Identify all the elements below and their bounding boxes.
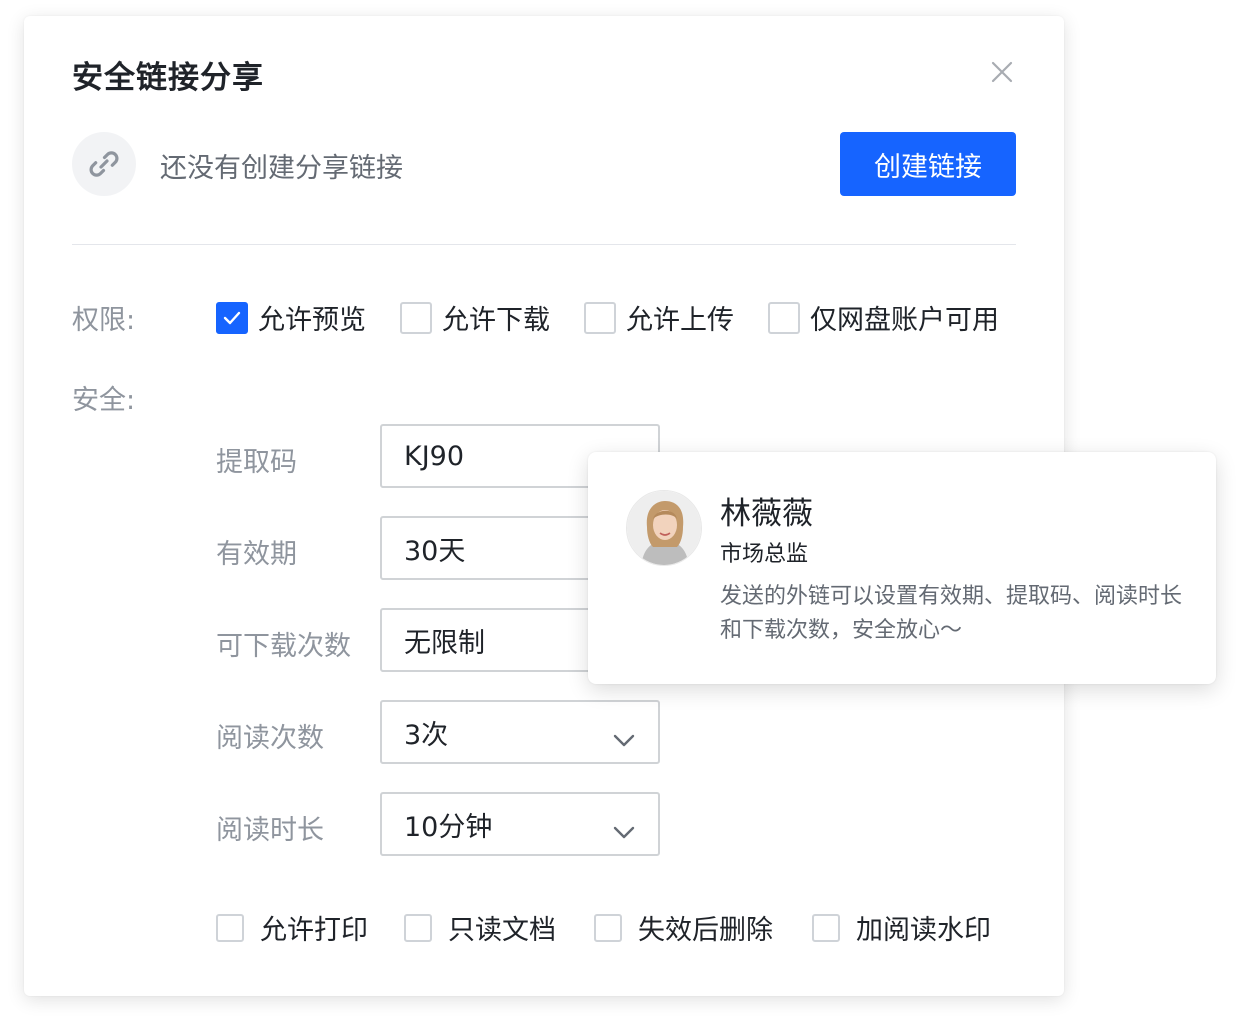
checkbox-icon — [404, 913, 432, 942]
dialog-title: 安全链接分享 — [72, 60, 264, 96]
checkbox-label: 只读文档 — [448, 915, 556, 946]
permissions-label: 权限: — [72, 305, 136, 336]
read-duration-select[interactable]: 10分钟 — [380, 792, 660, 856]
divider — [72, 244, 1016, 245]
allow-preview-checkbox[interactable]: 允许预览 — [216, 298, 366, 337]
checkbox-icon — [216, 913, 244, 942]
allow-upload-checkbox[interactable]: 允许上传 — [584, 298, 734, 337]
allow-download-checkbox[interactable]: 允许下载 — [400, 298, 550, 337]
extract-code-value: KJ90 — [404, 440, 465, 472]
checkbox-label: 允许上传 — [626, 305, 734, 336]
checkbox-checked-icon — [216, 301, 248, 334]
checkbox-icon — [768, 301, 800, 334]
checkbox-icon — [584, 301, 616, 334]
allow-print-checkbox[interactable]: 允许打印 — [216, 908, 368, 947]
download-count-label: 可下载次数 — [216, 631, 351, 662]
tip-description: 发送的外链可以设置有效期、提取码、阅读时长和下载次数，安全放心～ — [720, 584, 1183, 643]
no-link-status: 还没有创建分享链接 — [160, 153, 403, 184]
read-count-select[interactable]: 3次 — [380, 700, 660, 764]
user-name: 林薇薇 — [720, 496, 813, 532]
close-icon[interactable] — [988, 58, 1016, 86]
checkbox-icon — [812, 913, 840, 942]
create-link-button[interactable]: 创建链接 — [840, 132, 1016, 196]
validity-value: 30天 — [404, 535, 466, 567]
watermark-checkbox[interactable]: 加阅读水印 — [812, 908, 991, 947]
extract-code-label: 提取码 — [216, 447, 297, 478]
download-count-value: 无限制 — [404, 627, 485, 659]
checkbox-label: 加阅读水印 — [856, 915, 991, 946]
link-icon — [72, 132, 136, 196]
validity-label: 有效期 — [216, 539, 297, 570]
checkbox-label: 允许预览 — [258, 305, 366, 336]
read-count-label: 阅读次数 — [216, 723, 324, 754]
read-only-checkbox[interactable]: 只读文档 — [404, 908, 556, 947]
checkbox-label: 允许打印 — [260, 915, 368, 946]
user-tip-popover: 林薇薇 市场总监 发送的外链可以设置有效期、提取码、阅读时长和下载次数，安全放心… — [588, 452, 1216, 684]
security-label: 安全: — [72, 385, 136, 416]
read-count-value: 3次 — [404, 719, 449, 751]
user-role: 市场总监 — [720, 542, 809, 567]
chevron-down-icon — [612, 816, 636, 847]
read-duration-label: 阅读时长 — [216, 815, 324, 846]
checkbox-label: 仅网盘账户可用 — [810, 305, 999, 336]
checkbox-icon — [594, 913, 622, 942]
avatar — [626, 490, 702, 566]
chevron-down-icon — [612, 724, 636, 755]
checkbox-label: 失效后删除 — [638, 915, 773, 946]
cloud-account-only-checkbox[interactable]: 仅网盘账户可用 — [768, 298, 999, 337]
checkbox-icon — [400, 301, 432, 334]
read-duration-value: 10分钟 — [404, 811, 493, 843]
delete-after-expiry-checkbox[interactable]: 失效后删除 — [594, 908, 773, 947]
checkbox-label: 允许下载 — [442, 305, 550, 336]
